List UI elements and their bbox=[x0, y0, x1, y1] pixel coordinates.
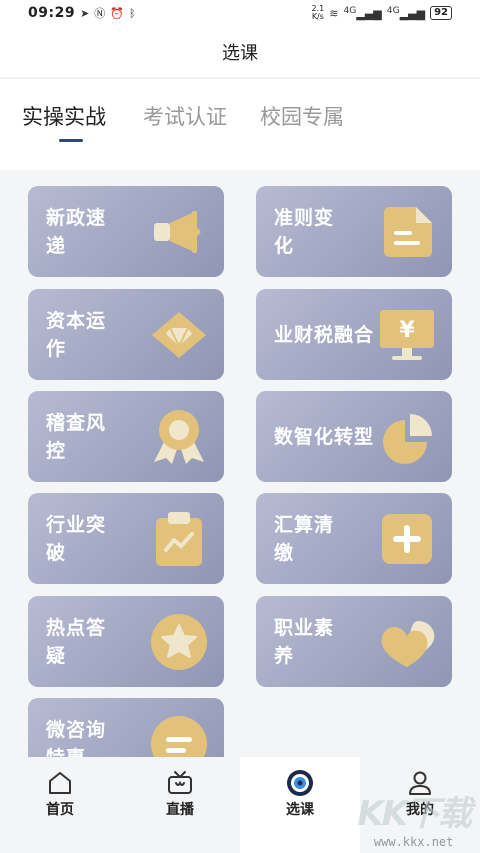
svg-text:¥: ¥ bbox=[399, 318, 415, 343]
card-hot-qa[interactable]: 热点答疑 bbox=[28, 596, 224, 687]
card-standard-changes[interactable]: 准则变化 bbox=[256, 186, 452, 277]
nav-label: 首页 bbox=[46, 802, 74, 818]
watermark-url: www.kkx.net bbox=[373, 835, 454, 849]
tv-icon bbox=[168, 771, 192, 794]
tab-campus[interactable]: 校园专属 bbox=[260, 101, 344, 131]
category-tabs: 实操实战 考试认证 校园专属 bbox=[0, 79, 480, 170]
bluetooth-icon: ᛒ bbox=[129, 6, 136, 20]
sig-label-2: 4G bbox=[386, 5, 400, 17]
status-right: 2.1 K/s ≋ 4G▂▄▆ 4G▂▄▆ 92 bbox=[312, 5, 452, 21]
megaphone-icon bbox=[148, 201, 210, 263]
card-label: 汇算清缴 bbox=[274, 513, 335, 564]
card-label: 资本运作 bbox=[46, 309, 107, 360]
card-label: 行业突破 bbox=[46, 513, 107, 564]
alarm-icon: ⏰ bbox=[110, 6, 124, 20]
card-micro-consulting[interactable]: 微咨询特惠 bbox=[28, 698, 224, 757]
pie-chart-icon bbox=[376, 406, 438, 468]
page-title: 选课 bbox=[222, 42, 258, 64]
plus-icon bbox=[376, 508, 438, 570]
watermark: KK下载 www.kkx.net bbox=[357, 786, 472, 849]
yuan-monitor-icon: ¥ bbox=[376, 304, 438, 366]
nfc-icon: Ⓝ bbox=[94, 7, 106, 20]
battery-indicator: 92 bbox=[430, 6, 452, 20]
navigation-arrow-icon: ➤ bbox=[80, 6, 90, 20]
card-label: 微咨询特惠 bbox=[46, 718, 107, 758]
watermark-logo: KK下载 bbox=[357, 794, 472, 834]
card-label: 热点答疑 bbox=[46, 616, 107, 667]
star-icon bbox=[148, 611, 210, 673]
card-business-finance-tax[interactable]: 业财税融合 ¥ bbox=[256, 289, 452, 380]
card-label: 新政速递 bbox=[46, 206, 107, 257]
medal-icon bbox=[148, 406, 210, 468]
tab-active-indicator bbox=[59, 139, 83, 142]
nav-label: 选课 bbox=[286, 802, 314, 818]
signal-icon-2: 4G▂▄▆ bbox=[386, 5, 426, 21]
tab-practical[interactable]: 实操实战 bbox=[22, 101, 106, 131]
clipboard-chart-icon bbox=[148, 508, 210, 570]
card-professional-quality[interactable]: 职业素养 bbox=[256, 596, 452, 687]
card-label: 准则变化 bbox=[274, 206, 335, 257]
status-time: 09:29 bbox=[28, 5, 76, 21]
document-icon bbox=[376, 201, 438, 263]
signal-icon-1: 4G▂▄▆ bbox=[343, 5, 382, 21]
sig-label-1: 4G bbox=[343, 5, 357, 17]
home-icon bbox=[49, 772, 71, 794]
nav-label: 直播 bbox=[166, 802, 194, 818]
card-label: 业财税融合 bbox=[274, 323, 375, 346]
wifi-icon: ≋ bbox=[329, 6, 339, 20]
nav-home[interactable]: 首页 bbox=[0, 757, 120, 853]
card-capital-operation[interactable]: 资本运作 bbox=[28, 289, 224, 380]
nav-courses[interactable]: 选课 bbox=[240, 757, 360, 853]
net-speed-unit: K/s bbox=[311, 12, 324, 21]
course-category-grid: 新政速递 准则变化 资本运作 业财税融合 ¥ 稽查风控 数智化转型 行业突破 汇… bbox=[0, 170, 480, 757]
card-label: 数智化转型 bbox=[274, 425, 375, 448]
eye-icon bbox=[287, 770, 313, 796]
net-speed: 2.1 K/s bbox=[312, 5, 325, 21]
card-annual-settlement[interactable]: 汇算清缴 bbox=[256, 493, 452, 584]
card-inspection-risk[interactable]: 稽查风控 bbox=[28, 391, 224, 482]
card-new-policy[interactable]: 新政速递 bbox=[28, 186, 224, 277]
card-digital-transformation[interactable]: 数智化转型 bbox=[256, 391, 452, 482]
nav-live[interactable]: 直播 bbox=[120, 757, 240, 853]
status-left: 09:29 ➤ Ⓝ ⏰ ᛒ bbox=[28, 5, 136, 21]
card-industry-breakthrough[interactable]: 行业突破 bbox=[28, 493, 224, 584]
message-icon bbox=[148, 713, 210, 757]
status-bar: 09:29 ➤ Ⓝ ⏰ ᛒ 2.1 K/s ≋ 4G▂▄▆ 4G▂▄▆ 92 bbox=[0, 0, 480, 26]
diamond-icon bbox=[148, 304, 210, 366]
tab-certification[interactable]: 考试认证 bbox=[143, 101, 227, 131]
card-label: 稽查风控 bbox=[46, 411, 107, 462]
header: 选课 bbox=[0, 26, 480, 78]
heart-icon bbox=[376, 611, 438, 673]
card-label: 职业素养 bbox=[274, 616, 335, 667]
